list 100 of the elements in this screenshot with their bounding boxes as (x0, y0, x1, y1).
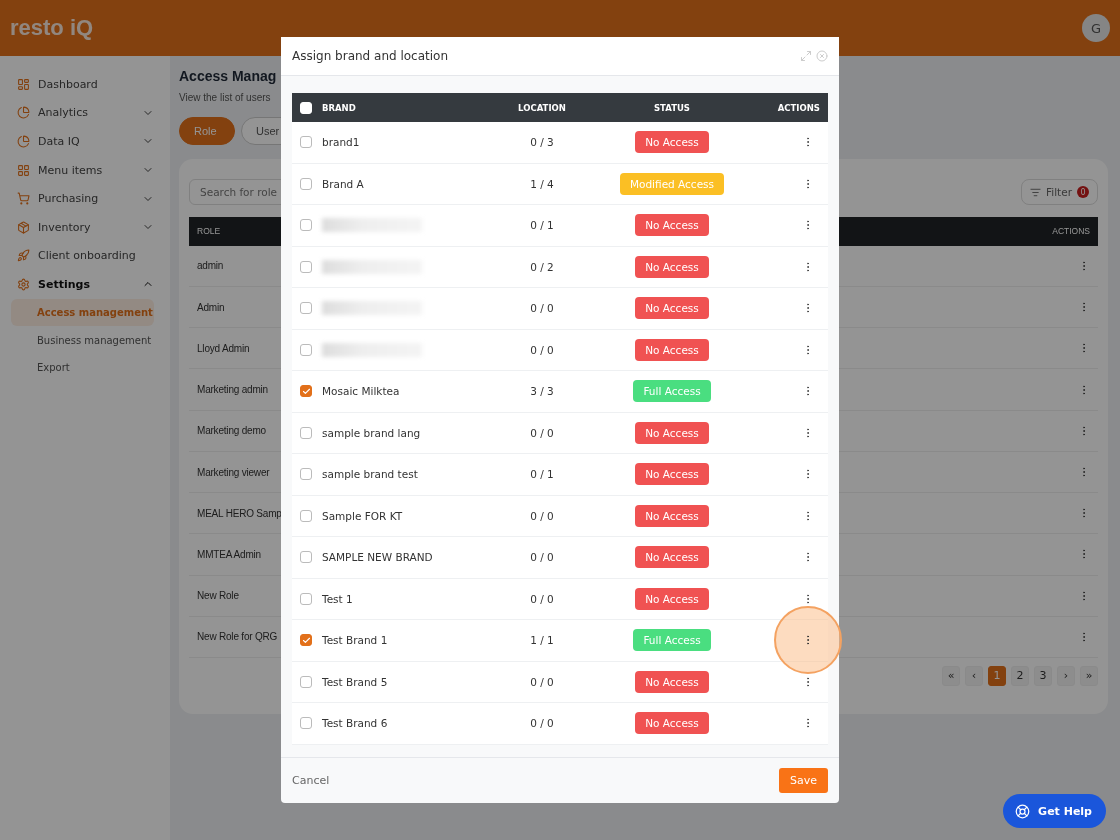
location-count: 0 / 0 (530, 509, 554, 522)
location-count: 1 / 4 (530, 177, 554, 190)
help-button[interactable]: Get Help (1003, 794, 1106, 828)
table-cell: Lloyd Admin (197, 342, 250, 354)
status-badge: Modified Access (619, 172, 725, 195)
status-badge: No Access (635, 214, 709, 237)
sidebar-item[interactable]: Dashboard (0, 70, 170, 99)
column-header: LOCATION (518, 102, 566, 113)
brand-name: sample brand lang (322, 426, 421, 439)
column-header: ACTIONS (777, 102, 820, 113)
dashboard-icon (17, 77, 30, 91)
location-count: 0 / 1 (530, 219, 554, 232)
column-header: ACTIONS (1052, 226, 1090, 237)
sidebar-subitem[interactable]: Business management (11, 326, 154, 354)
logo: resto iQ (10, 15, 94, 41)
page-title: Access Manag (179, 68, 278, 84)
brand-name: Test Brand 6 (322, 717, 388, 730)
sidebar-subitem[interactable]: Export (11, 353, 154, 382)
table-cell: Marketing viewer (197, 466, 270, 478)
status-badge: No Access (635, 463, 709, 486)
status-badge: No Access (635, 338, 709, 361)
checkbox[interactable] (300, 468, 312, 481)
checkbox[interactable] (300, 343, 312, 356)
rocket-icon (17, 249, 30, 263)
status-badge: No Access (635, 546, 709, 569)
table-cell: admin (197, 260, 224, 272)
checkbox[interactable] (300, 385, 312, 398)
grid-icon (17, 163, 30, 177)
sidebar-item[interactable]: Client onboarding (0, 241, 170, 271)
checkbox[interactable] (300, 675, 312, 688)
status-badge: No Access (635, 587, 709, 610)
modal-title: Assign brand and location (292, 49, 449, 63)
location-count: 0 / 0 (530, 302, 554, 315)
checkbox[interactable] (300, 592, 312, 605)
sidebar-item[interactable]: Settings (0, 270, 170, 299)
tab[interactable]: Role (179, 117, 235, 145)
cart-icon (17, 192, 30, 206)
brand-name: SAMPLE NEW BRAND (322, 551, 433, 564)
brand-name: brand1 (322, 136, 360, 149)
location-count: 0 / 3 (530, 136, 554, 149)
sidebar-item[interactable]: Data IQ (0, 127, 170, 156)
page-button[interactable]: 2 (1011, 666, 1029, 686)
checkbox[interactable] (300, 177, 312, 190)
filter-label: Filter (1046, 186, 1072, 198)
table-cell: MMTEA Admin (197, 548, 261, 560)
sidebar-item[interactable]: Menu items (0, 155, 170, 185)
location-count: 0 / 0 (530, 717, 554, 730)
table-cell: New Role (197, 590, 239, 602)
location-count: 1 / 1 (530, 634, 554, 647)
avatar[interactable]: G (1082, 14, 1110, 42)
checkbox[interactable] (300, 219, 312, 232)
table-cell: Marketing admin (197, 384, 268, 396)
brand-name: Sample FOR KT (322, 509, 403, 522)
checkbox[interactable] (300, 426, 312, 439)
checkbox[interactable] (300, 302, 312, 315)
page-button[interactable]: › (1057, 666, 1075, 686)
status-badge: No Access (635, 421, 709, 444)
column-header: STATUS (654, 102, 690, 113)
sidebar-item[interactable]: Inventory (0, 212, 170, 242)
brand-name: sample brand test (322, 468, 418, 481)
pie-chart-icon (17, 135, 30, 148)
checkbox[interactable] (300, 136, 312, 149)
status-badge: No Access (635, 297, 709, 320)
pie-chart-icon (17, 106, 30, 120)
column-header: BRAND (322, 102, 356, 113)
checkbox[interactable] (300, 634, 312, 647)
status-badge: No Access (635, 504, 709, 527)
sidebar-item[interactable]: Analytics (0, 98, 170, 128)
status-badge: No Access (635, 131, 709, 154)
status-badge: Full Access (633, 629, 711, 652)
location-count: 0 / 0 (530, 592, 554, 605)
brand-name: Mosaic Milktea (322, 385, 400, 398)
page-button[interactable]: « (942, 666, 960, 686)
table-cell: Marketing demo (197, 425, 266, 437)
brand-name: Test Brand 5 (322, 675, 388, 688)
location-count: 0 / 1 (530, 468, 554, 481)
page-button[interactable]: » (1080, 666, 1098, 686)
table-cell: New Role for QRG (197, 631, 278, 643)
status-badge: Full Access (633, 380, 711, 403)
sidebar-item[interactable]: Purchasing (0, 184, 170, 213)
checkbox[interactable] (300, 509, 312, 522)
filter-button[interactable]: Filter 0 (1021, 179, 1098, 205)
status-badge: No Access (635, 712, 709, 735)
page-button[interactable]: 3 (1034, 666, 1052, 686)
checkbox[interactable] (300, 717, 312, 730)
location-count: 0 / 2 (530, 260, 554, 273)
table-cell: Admin (197, 301, 225, 313)
checkbox[interactable] (300, 551, 312, 564)
checkbox[interactable] (300, 260, 312, 273)
save-button[interactable]: Save (779, 768, 828, 793)
location-count: 0 / 0 (530, 343, 554, 356)
filter-icon (1030, 186, 1041, 198)
box-icon (17, 220, 30, 234)
cancel-button[interactable]: Cancel (292, 774, 330, 787)
location-count: 3 / 3 (530, 385, 554, 398)
filter-count: 0 (1077, 186, 1089, 198)
page-button[interactable]: ‹ (965, 666, 983, 686)
settings-icon (17, 277, 30, 291)
table-cell: MEAL HERO Samp (197, 507, 282, 519)
location-count: 0 / 0 (530, 675, 554, 688)
